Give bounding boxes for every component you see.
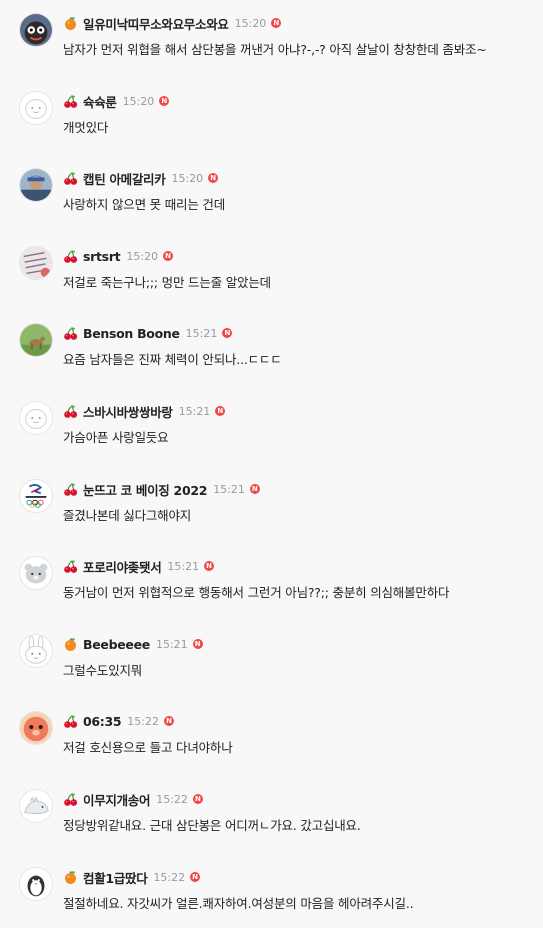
timestamp: 15:20 [122, 94, 155, 108]
nickname[interactable]: 슉슉룬 [83, 92, 117, 111]
new-badge-icon: N [192, 639, 203, 649]
avatar[interactable] [19, 556, 53, 590]
cherry-badge-icon [63, 249, 78, 264]
timestamp: 15:21 [185, 326, 218, 340]
orange-badge-icon [63, 637, 78, 652]
comment-text: 동거남이 먼저 위협적으로 행동해서 그런거 아님??;; 충분히 의심해볼만하… [63, 585, 450, 600]
timestamp: 15:21 [167, 559, 200, 573]
orange-badge-icon [63, 16, 78, 31]
new-badge-icon: N [271, 18, 282, 28]
new-badge-icon: N [192, 794, 203, 804]
timestamp: 15:21 [178, 404, 211, 418]
avatar[interactable] [19, 867, 53, 901]
comment-item: Benson Boone 15:21 N 요즘 남자들은 진짜 체력이 안되나...ㄷ… [0, 323, 543, 393]
comment-text: 정당방위같내요. 근대 삼단봉은 어디꺼ㄴ가요. 갔고십내요. [63, 818, 361, 833]
new-badge-icon: N [249, 484, 260, 494]
avatar[interactable] [19, 711, 53, 745]
nickname[interactable]: 눈뜨고 코 베이징 2022 [83, 480, 207, 499]
timestamp: 15:22 [127, 714, 159, 728]
new-badge-icon: N [159, 96, 170, 106]
avatar[interactable] [19, 91, 53, 125]
nickname[interactable]: 포로리야좆됏서 [83, 557, 162, 576]
comment-text: 요즘 남자들은 진짜 체력이 안되나...ㄷㄷㄷ [63, 352, 282, 367]
nickname[interactable]: 일유미낙띠무소와요무소와요 [83, 14, 229, 33]
comment-text: 즐겼나본데 싫다그해야지 [63, 508, 192, 523]
comment-header: 컴활1급땄다 15:22 N [63, 867, 201, 887]
comment-item: 이무지개송어 15:22 N 정당방위같내요. 근대 삼단봉은 어디꺼ㄴ가요. 갔고십… [0, 789, 543, 859]
comment-header: 캡틴 아메갈리카 15:20 N [63, 168, 219, 188]
nickname[interactable]: 06:35 [83, 714, 122, 729]
comment-header: 일유미낙띠무소와요무소와요 15:20 N [63, 13, 282, 33]
new-badge-icon: N [164, 716, 174, 726]
comment-text: 사랑하지 않으면 못 때리는 건데 [63, 197, 225, 212]
comment-item: 일유미낙띠무소와요무소와요 15:20 N 남자가 먼저 위협을 해서 삼단봉을 꺼낸… [0, 13, 543, 83]
comment-header: 06:35 15:22 N [63, 711, 174, 731]
cherry-badge-icon [63, 792, 78, 807]
cherry-badge-icon [63, 171, 78, 186]
comment-header: srtsrt 15:20 N [63, 246, 174, 266]
timestamp: 15:21 [155, 637, 188, 651]
timestamp: 15:22 [153, 870, 186, 884]
timestamp: 15:20 [171, 171, 204, 185]
comment-list: 일유미낙띠무소와요무소와요 15:20 N 남자가 먼저 위협을 해서 삼단봉을 꺼낸… [0, 0, 543, 928]
avatar[interactable] [19, 634, 53, 668]
comment-text: 절절하네요. 자갓씨가 얼른.쾌자하여.여성분의 마음을 헤아려주시길.. [63, 896, 414, 911]
nickname[interactable]: srtsrt [83, 249, 121, 264]
cherry-badge-icon [63, 714, 78, 729]
comment-item: 06:35 15:22 N 저걸 호신용으로 들고 다녀야하나 [0, 711, 543, 781]
timestamp: 15:20 [234, 16, 267, 30]
comment-text: 개멋있다 [63, 120, 109, 135]
avatar[interactable] [19, 479, 53, 513]
cherry-badge-icon [63, 482, 78, 497]
cherry-badge-icon [63, 94, 78, 109]
new-badge-icon: N [204, 561, 215, 571]
cherry-badge-icon [63, 559, 78, 574]
comment-text: 가슴아픈 사랑일듯요 [63, 430, 169, 445]
comment-item: 스바시바쌍쌍바랑 15:21 N 가슴아픈 사랑일듯요 [0, 401, 543, 471]
comment-header: 이무지개송어 15:22 N [63, 789, 203, 809]
orange-badge-icon [63, 870, 78, 885]
comment-header: 눈뜨고 코 베이징 2022 15:21 N [63, 479, 260, 499]
comment-item: srtsrt 15:20 N 저걸로 죽는구나;;; 멍만 드는줄 알았는데 [0, 246, 543, 316]
comment-header: 포로리야좆됏서 15:21 N [63, 556, 215, 576]
avatar[interactable] [19, 323, 53, 357]
comment-text: 남자가 먼저 위협을 해서 삼단봉을 꺼낸거 아냐?-,-? 아직 살날이 창창… [63, 42, 487, 57]
comment-item: Beebeeee 15:21 N 그럴수도있지뭐 [0, 634, 543, 704]
nickname[interactable]: 이무지개송어 [83, 790, 151, 809]
nickname[interactable]: Benson Boone [83, 326, 180, 341]
nickname[interactable]: 캡틴 아메갈리카 [83, 169, 166, 188]
comment-header: 슉슉룬 15:20 N [63, 91, 170, 111]
timestamp: 15:20 [126, 249, 159, 263]
comment-header: Beebeeee 15:21 N [63, 634, 203, 654]
new-badge-icon: N [208, 173, 219, 183]
new-badge-icon: N [190, 872, 201, 882]
comment-item: 눈뜨고 코 베이징 2022 15:21 N 즐겼나본데 싫다그해야지 [0, 479, 543, 549]
comment-item: 캡틴 아메갈리카 15:20 N 사랑하지 않으면 못 때리는 건데 [0, 168, 543, 238]
cherry-badge-icon [63, 326, 78, 341]
comment-header: 스바시바쌍쌍바랑 15:21 N [63, 401, 226, 421]
new-badge-icon: N [215, 406, 226, 416]
avatar[interactable] [19, 13, 53, 47]
nickname[interactable]: Beebeeee [83, 637, 150, 652]
cherry-badge-icon [63, 404, 78, 419]
avatar[interactable] [19, 168, 53, 202]
avatar[interactable] [19, 789, 53, 823]
timestamp: 15:22 [156, 792, 188, 806]
avatar[interactable] [19, 401, 53, 435]
comment-text: 저걸로 죽는구나;;; 멍만 드는줄 알았는데 [63, 275, 271, 290]
comment-text: 저걸 호신용으로 들고 다녀야하나 [63, 740, 233, 755]
comment-text: 그럴수도있지뭐 [63, 663, 143, 678]
nickname[interactable]: 스바시바쌍쌍바랑 [83, 402, 173, 421]
new-badge-icon: N [163, 251, 174, 261]
timestamp: 15:21 [213, 482, 245, 496]
avatar[interactable] [19, 246, 53, 280]
comment-item: 컴활1급땄다 15:22 N 절절하네요. 자갓씨가 얼른.쾌자하여.여성분의 마음을… [0, 867, 543, 928]
comment-item: 포로리야좆됏서 15:21 N 동거남이 먼저 위협적으로 행동해서 그런거 아님??… [0, 556, 543, 626]
comment-item: 슉슉룬 15:20 N 개멋있다 [0, 91, 543, 161]
new-badge-icon: N [222, 328, 233, 338]
comment-header: Benson Boone 15:21 N [63, 323, 233, 343]
nickname[interactable]: 컴활1급땄다 [83, 868, 148, 887]
